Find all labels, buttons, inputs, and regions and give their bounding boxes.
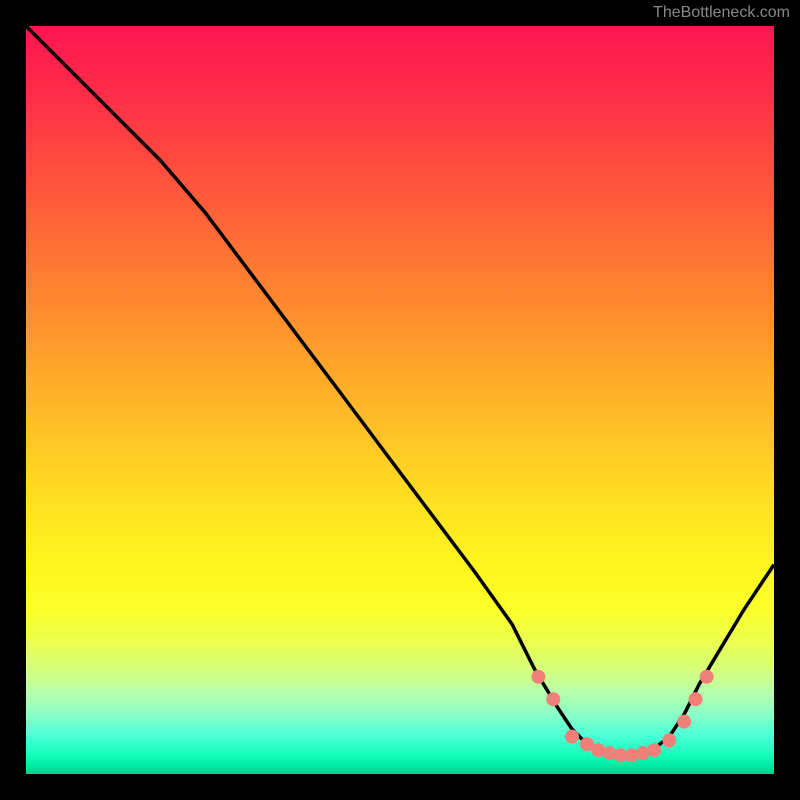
- marker-point: [647, 743, 661, 757]
- chart-container: TheBottleneck.com: [0, 0, 800, 800]
- marker-point: [689, 692, 703, 706]
- marker-point: [531, 670, 545, 684]
- bottleneck-curve: [26, 26, 774, 755]
- plot-area: [26, 26, 774, 774]
- marker-point: [700, 670, 714, 684]
- marker-point: [546, 692, 560, 706]
- curve-svg: [26, 26, 774, 774]
- marker-point: [565, 730, 579, 744]
- highlighted-points: [531, 670, 713, 763]
- marker-point: [677, 715, 691, 729]
- watermark-text: TheBottleneck.com: [653, 4, 790, 22]
- marker-point: [662, 733, 676, 747]
